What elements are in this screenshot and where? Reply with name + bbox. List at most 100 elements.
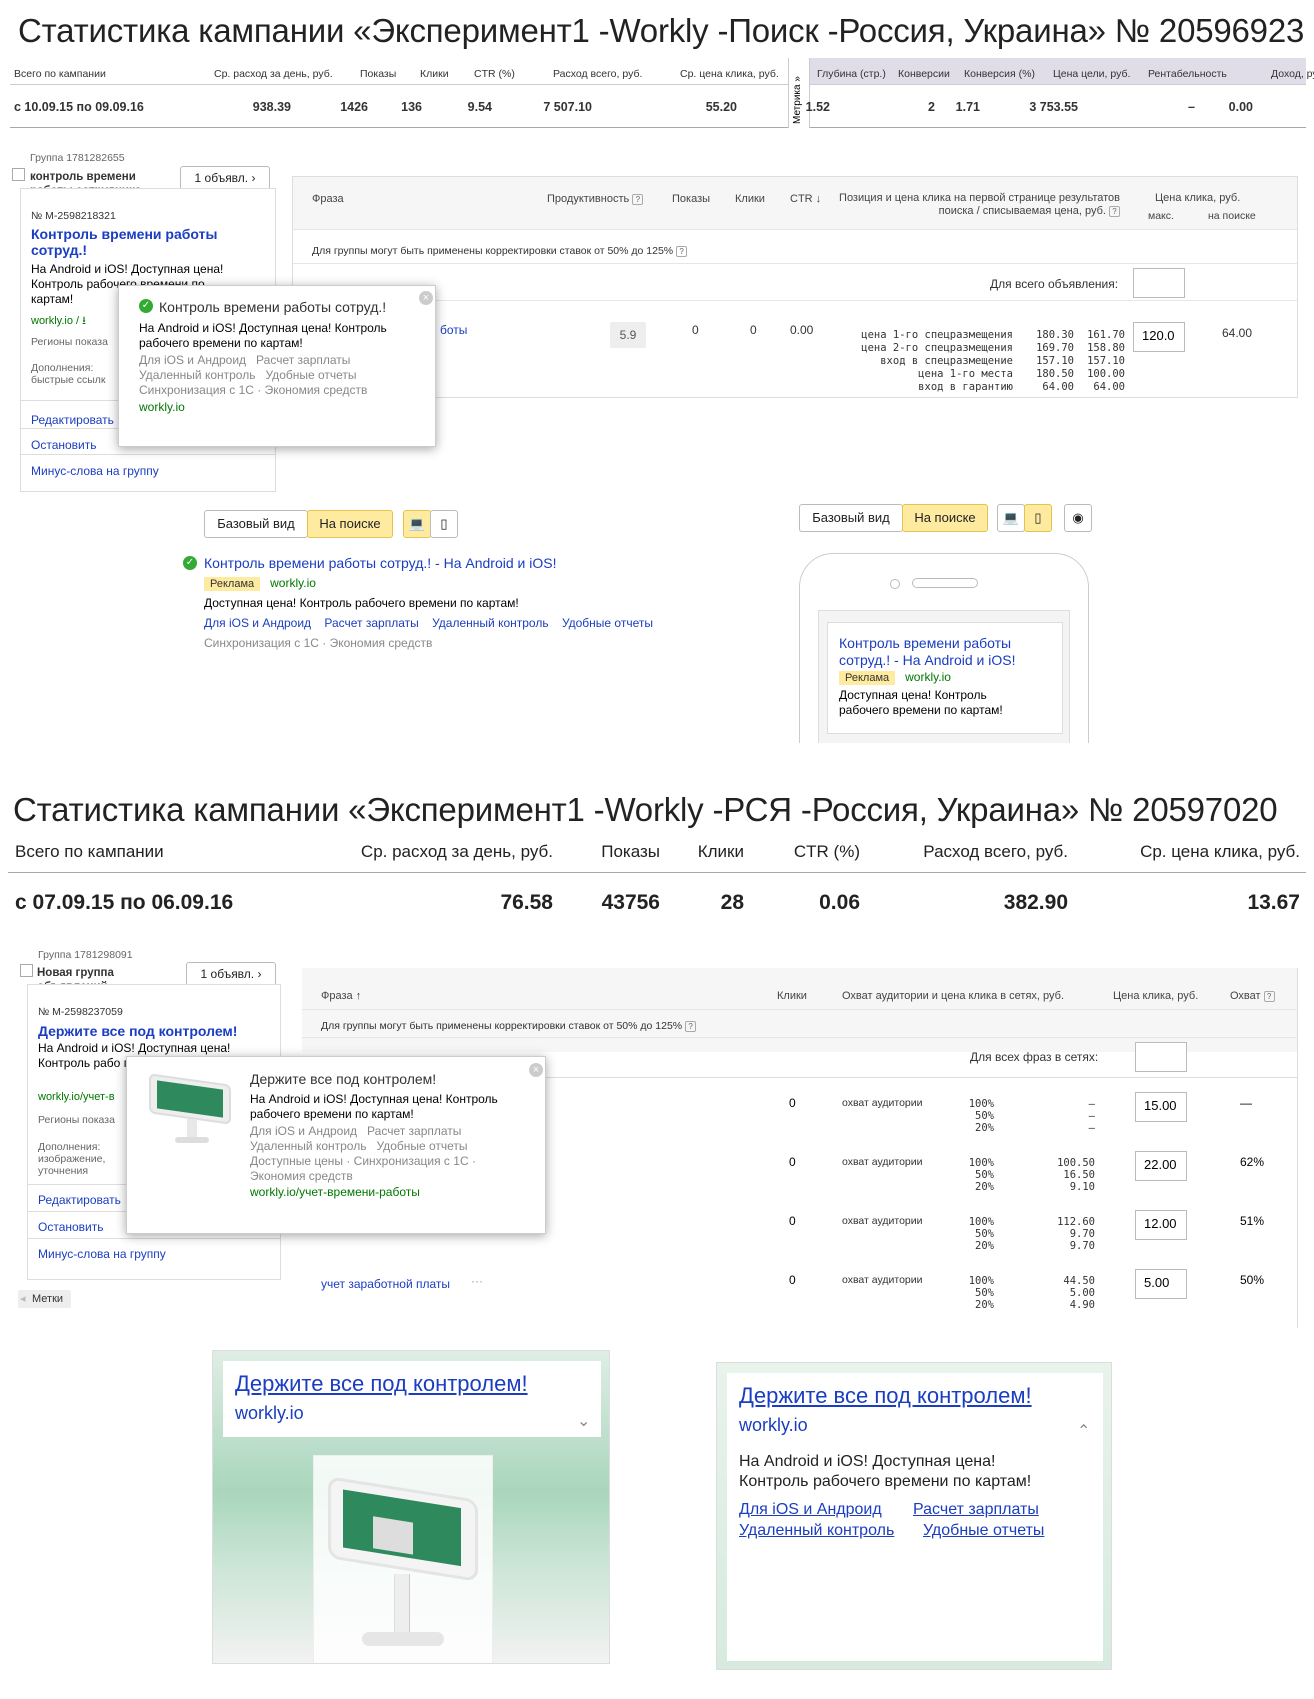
bid-input[interactable]: 15.00 <box>1135 1092 1187 1122</box>
group-checkbox-2[interactable] <box>20 964 33 977</box>
onsearch-value: 64.00 <box>1222 326 1253 340</box>
desktop-view-button[interactable]: 💻 <box>403 510 431 538</box>
mobile-ad-title[interactable]: Контроль времени работы сотруд.! - На An… <box>839 635 1039 669</box>
laptop-icon: 💻 <box>408 516 426 531</box>
group-checkbox[interactable] <box>12 168 25 181</box>
popup2-links-4[interactable]: Экономия средств <box>250 1169 353 1183</box>
stat-value: 0.00 <box>1228 100 1253 114</box>
more-icon[interactable]: ··· <box>471 1274 483 1288</box>
bid-adjust-note-2: Для группы могут быть применены корректи… <box>321 1020 697 1032</box>
reach-percent: 100% <box>968 1157 994 1169</box>
help-icon[interactable]: ? <box>632 194 644 205</box>
stop-link[interactable]: Остановить <box>31 438 97 452</box>
mobile-view-button-2[interactable]: ▯ <box>1024 504 1052 532</box>
popup-title-2[interactable]: Держите все под контролем! <box>250 1071 436 1087</box>
ads-count-button[interactable]: 1 объявл. › <box>180 166 270 190</box>
col-ctr[interactable]: CTR ↓ <box>790 193 821 205</box>
kiosk-image <box>313 1455 493 1663</box>
position-price-b: 100.00 <box>1087 368 1125 380</box>
cover-value: 51% <box>1240 1214 1265 1228</box>
banner2-sitelink-3[interactable]: Удаленный контроль <box>739 1522 894 1540</box>
phrase-link[interactable]: боты <box>440 323 467 337</box>
popup-url-2[interactable]: workly.io/учет-времени-работы <box>250 1185 420 1199</box>
phrase-link[interactable]: учет заработной платы <box>321 1277 450 1291</box>
popup-url[interactable]: workly.io <box>139 400 185 414</box>
banner2-sitelink-4[interactable]: Удобные отчеты <box>923 1522 1044 1540</box>
metrika-toggle[interactable]: Метрика » <box>788 58 810 128</box>
on-search-button-2[interactable]: На поиске <box>902 504 988 532</box>
stat-value: 136 <box>401 100 422 114</box>
ad-title-2[interactable]: Держите все под контролем! <box>38 1023 237 1039</box>
reach-percent: 50% <box>975 1228 994 1240</box>
chevron-down-icon[interactable]: ⌄ <box>577 1411 590 1431</box>
minus-words-link[interactable]: Минус-слова на группу <box>31 464 159 478</box>
position-label: цена 1-го спецразмещения <box>861 329 1013 341</box>
col-clicks[interactable]: Клики <box>735 193 765 205</box>
close-icon[interactable]: × <box>419 291 433 305</box>
mobile-view-button[interactable]: ▯ <box>430 510 458 538</box>
col-phrase-2[interactable]: Фраза ↑ <box>321 990 361 1002</box>
banner-title[interactable]: Держите все под контролем! <box>235 1371 528 1397</box>
help-icon[interactable]: ? <box>1109 206 1120 217</box>
col-shows[interactable]: Показы <box>672 193 710 205</box>
basic-view-button[interactable]: Базовый вид <box>204 510 308 538</box>
col-phrase[interactable]: Фраза <box>312 193 344 205</box>
clicks-value: 0 <box>750 323 757 337</box>
help-icon[interactable]: ? <box>685 1021 697 1032</box>
position-label: цена 2-го спецразмещения <box>861 342 1013 354</box>
minus-words-link-2[interactable]: Минус-слова на группу <box>38 1247 166 1261</box>
basic-view-button-2[interactable]: Базовый вид <box>799 504 903 532</box>
mobile-badge-row: Реклама workly.io <box>839 670 951 685</box>
popup-title[interactable]: Контроль времени работы сотруд.! <box>159 299 386 315</box>
edit-link[interactable]: Редактировать <box>31 413 114 427</box>
reach-label: охват аудитории <box>842 1274 923 1286</box>
preview-title[interactable]: Контроль времени работы сотруд.! - На An… <box>204 555 556 571</box>
banner2-url[interactable]: workly.io <box>739 1415 808 1436</box>
bid-input[interactable]: 120.0 <box>1133 322 1185 352</box>
popup-links-3: Синхронизация с 1С · Экономия средств <box>139 383 368 397</box>
stat-header: Ср. цена клика, руб. <box>1140 842 1300 861</box>
popup-links-2: Удаленный контроль Удобные отчеты <box>139 368 357 382</box>
stat-value: 7 507.10 <box>543 100 592 114</box>
chevron-up-icon[interactable]: ⌃ <box>1077 1421 1090 1441</box>
banner2-title[interactable]: Держите все под контролем! <box>739 1383 1032 1409</box>
banner2-sitelink-2[interactable]: Расчет зарплаты <box>913 1501 1039 1519</box>
desktop-view-button-2[interactable]: 💻 <box>997 504 1025 532</box>
target-settings-button[interactable]: ◉ <box>1064 504 1092 532</box>
ad-url[interactable]: workly.io / ⭳ <box>31 312 86 331</box>
reach-price: 5.00 <box>1069 1287 1095 1299</box>
on-search-button[interactable]: На поиске <box>307 510 393 538</box>
close-icon[interactable]: × <box>529 1063 543 1077</box>
ad-title[interactable]: Контроль времени работы сотруд.! <box>31 226 246 258</box>
stat-header: Ср. цена клика, руб. <box>680 68 779 80</box>
ad-url-2[interactable]: workly.io/учет-в <box>38 1091 115 1103</box>
col-position: Позиция и цена клика на первой странице … <box>839 192 1120 217</box>
help-icon[interactable]: ? <box>1263 991 1275 1002</box>
extras-value: быстрые ссылк <box>31 374 106 386</box>
banner-url[interactable]: workly.io <box>235 1403 304 1424</box>
position-label: цена 1-го места <box>918 368 1013 380</box>
cover-value: — <box>1240 1096 1252 1110</box>
reach-percent: 20% <box>975 1240 994 1252</box>
all-phrases-bid-input[interactable] <box>1135 1042 1187 1072</box>
ads-count-button-2[interactable]: 1 объявл. › <box>186 962 276 986</box>
preview-url[interactable]: workly.io <box>270 576 316 590</box>
reach-price: — <box>1088 1098 1095 1110</box>
tags-button[interactable]: ◂ Метки <box>18 1290 72 1308</box>
col-clicks-2[interactable]: Клики <box>777 990 807 1002</box>
bid-input[interactable]: 22.00 <box>1135 1151 1187 1181</box>
reach-label: охват аудитории <box>842 1156 923 1168</box>
stat-header: Цена цели, руб. <box>1053 68 1131 80</box>
reach-percent: 20% <box>975 1122 994 1134</box>
edit-link-2[interactable]: Редактировать <box>38 1193 121 1207</box>
stop-link-2[interactable]: Остановить <box>38 1220 104 1234</box>
reach-price: 4.90 <box>1069 1299 1095 1311</box>
bid-input[interactable]: 5.00 <box>1135 1269 1187 1299</box>
clicks-value: 0 <box>789 1273 796 1287</box>
banner2-sitelink-1[interactable]: Для iOS и Андроид <box>739 1501 882 1519</box>
bid-input[interactable]: 12.00 <box>1135 1210 1187 1240</box>
help-icon[interactable]: ? <box>676 246 688 257</box>
col-productivity[interactable]: Продуктивность ? <box>547 193 644 205</box>
position-price-a: 169.70 <box>1036 342 1074 354</box>
all-ads-bid-input[interactable] <box>1133 268 1185 298</box>
